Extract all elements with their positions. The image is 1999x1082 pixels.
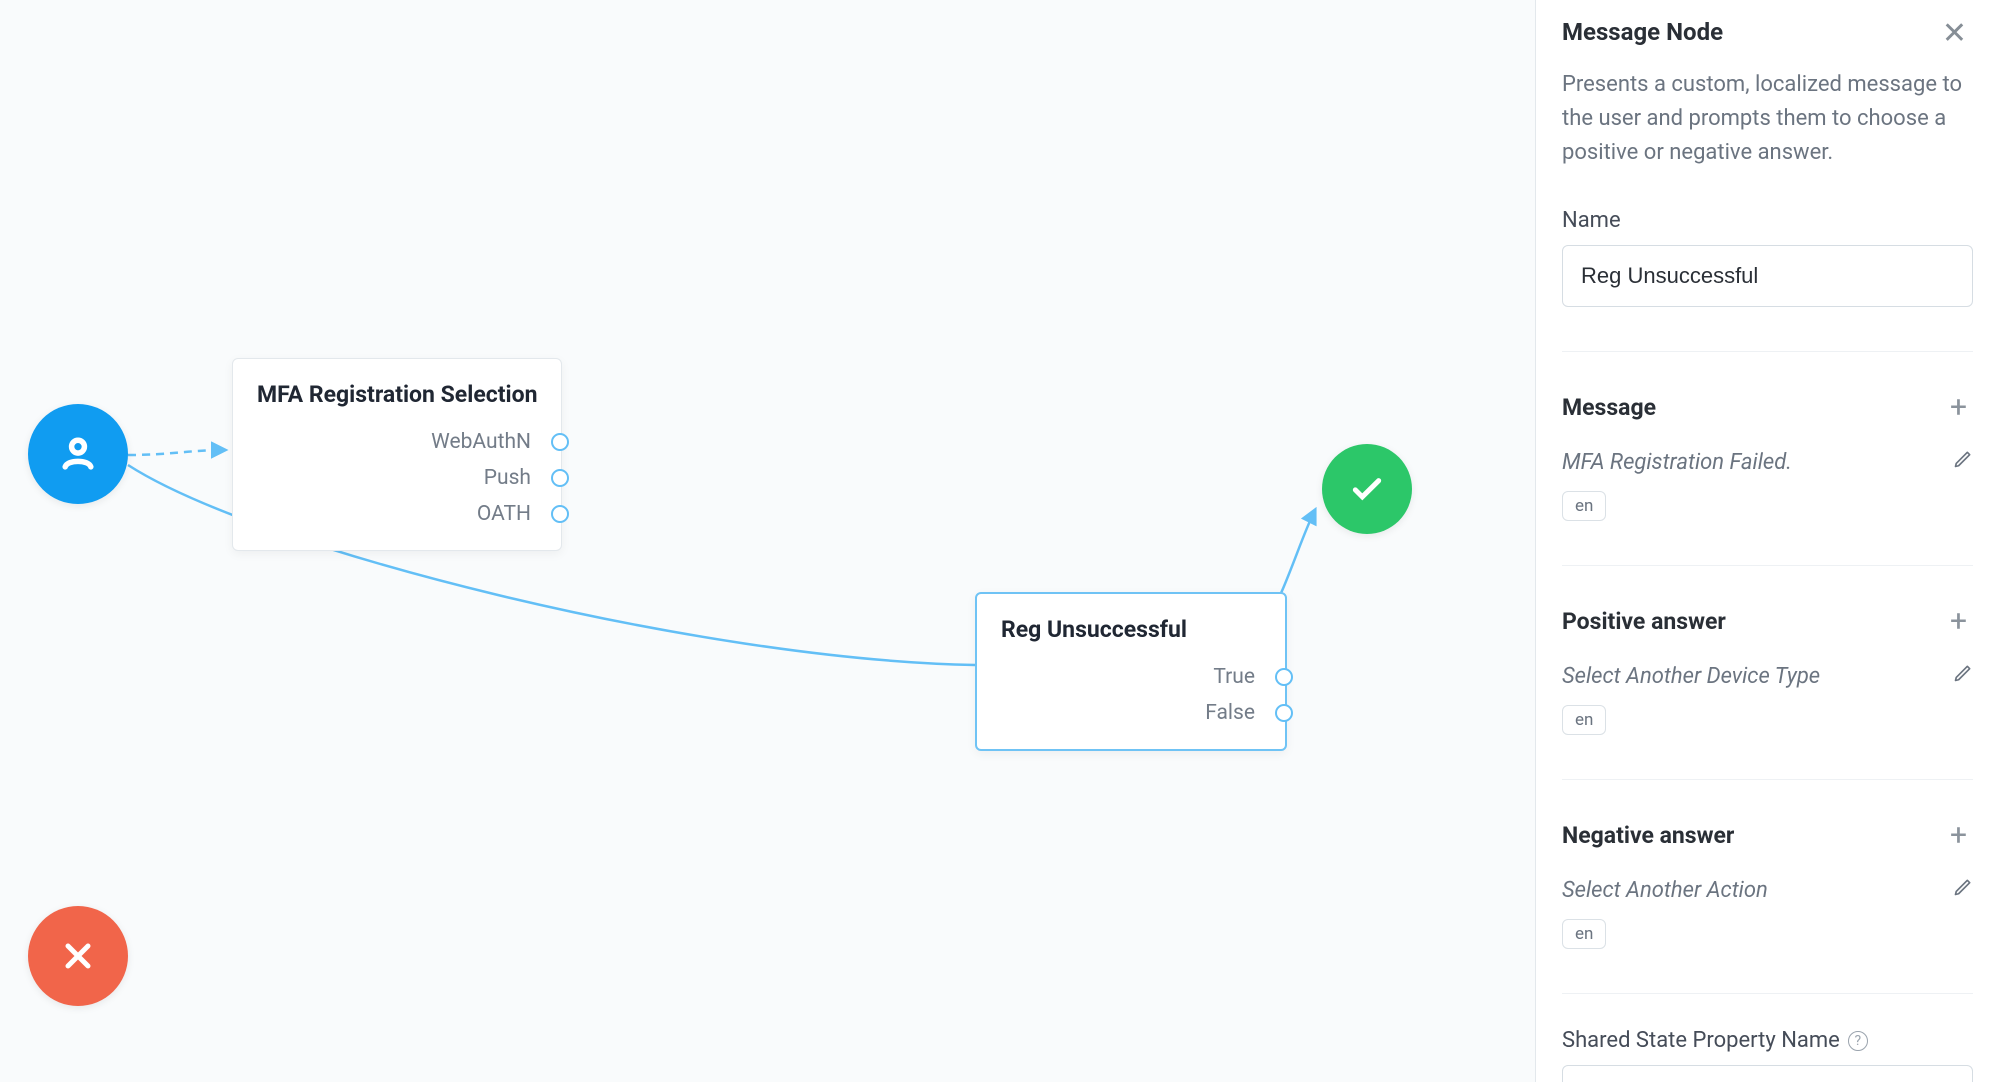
node-reg-unsuccessful[interactable]: Reg Unsuccessful True False	[975, 592, 1287, 751]
add-positive-button[interactable]: +	[1944, 600, 1973, 643]
edit-negative-button[interactable]	[1953, 877, 1973, 903]
pencil-icon	[1953, 877, 1973, 897]
section-positive-answer: Positive answer + Select Another Device …	[1562, 565, 1973, 735]
node-output-true[interactable]: True	[1001, 659, 1261, 695]
output-port[interactable]	[1275, 668, 1293, 686]
message-value: MFA Registration Failed.	[1562, 450, 1792, 475]
properties-panel: Message Node ✕ Presents a custom, locali…	[1535, 0, 1999, 1082]
flow-canvas[interactable]: MFA Registration Selection WebAuthN Push…	[0, 0, 1535, 1082]
positive-value: Select Another Device Type	[1562, 664, 1820, 689]
lang-chip[interactable]: en	[1562, 491, 1606, 521]
section-shared-state: Shared State Property Name ?	[1562, 993, 1973, 1082]
node-mfa-registration-selection[interactable]: MFA Registration Selection WebAuthN Push…	[232, 358, 562, 551]
node-output-push[interactable]: Push	[257, 460, 537, 496]
section-title: Message	[1562, 394, 1656, 421]
add-message-button[interactable]: +	[1944, 386, 1973, 429]
node-output-oath[interactable]: OATH	[257, 496, 537, 532]
pencil-icon	[1953, 663, 1973, 683]
output-port[interactable]	[551, 469, 569, 487]
section-negative-answer: Negative answer + Select Another Action …	[1562, 779, 1973, 949]
user-icon	[56, 432, 100, 476]
section-title: Negative answer	[1562, 822, 1734, 849]
section-message: Message + MFA Registration Failed. en	[1562, 351, 1973, 521]
help-icon[interactable]: ?	[1848, 1031, 1868, 1051]
output-port[interactable]	[551, 505, 569, 523]
negative-value: Select Another Action	[1562, 878, 1768, 903]
pencil-icon	[1953, 449, 1973, 469]
close-panel-button[interactable]: ✕	[1936, 18, 1973, 50]
check-icon	[1347, 469, 1387, 509]
node-output-false[interactable]: False	[1001, 695, 1261, 731]
add-negative-button[interactable]: +	[1944, 814, 1973, 857]
node-title: Reg Unsuccessful	[1001, 616, 1261, 643]
close-icon	[58, 936, 98, 976]
shared-state-label: Shared State Property Name	[1562, 1028, 1840, 1053]
lang-chip[interactable]: en	[1562, 919, 1606, 949]
connection-wires	[0, 0, 1535, 1082]
shared-state-input[interactable]	[1562, 1065, 1973, 1082]
panel-description: Presents a custom, localized message to …	[1562, 68, 1973, 170]
panel-title: Message Node	[1562, 18, 1723, 46]
name-input[interactable]	[1562, 245, 1973, 307]
fail-node[interactable]	[28, 906, 128, 1006]
start-node[interactable]	[28, 404, 128, 504]
lang-chip[interactable]: en	[1562, 705, 1606, 735]
name-label: Name	[1562, 208, 1973, 233]
edit-message-button[interactable]	[1953, 449, 1973, 475]
node-output-webauthn[interactable]: WebAuthN	[257, 424, 537, 460]
edit-positive-button[interactable]	[1953, 663, 1973, 689]
section-title: Positive answer	[1562, 608, 1726, 635]
success-node[interactable]	[1322, 444, 1412, 534]
node-title: MFA Registration Selection	[257, 381, 537, 408]
output-port[interactable]	[1275, 704, 1293, 722]
output-port[interactable]	[551, 433, 569, 451]
